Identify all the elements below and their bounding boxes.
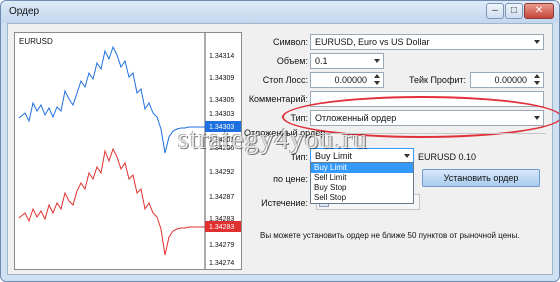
takeprofit-label: Тейк Профит: bbox=[409, 75, 466, 85]
stoploss-spinner[interactable] bbox=[372, 74, 382, 86]
minimize-icon[interactable]: – bbox=[486, 3, 504, 19]
price-label: 1.34314 bbox=[209, 53, 234, 60]
volume-info: EURUSD 0.10 bbox=[418, 152, 477, 162]
takeprofit-spinner[interactable] bbox=[532, 74, 542, 86]
pending-type-dropdown: Buy Limit Sell Limit Buy Stop Sell Stop bbox=[310, 162, 414, 204]
symbol-combo[interactable]: EURUSD, Euro vs US Dollar bbox=[310, 34, 544, 50]
stoploss-label: Стоп Лосс: bbox=[262, 75, 308, 85]
chevron-down-icon bbox=[534, 40, 540, 44]
dropdown-option-buy-limit[interactable]: Buy Limit bbox=[311, 163, 413, 173]
expiry-label: Истечение: bbox=[261, 198, 308, 208]
price-label: 1.34305 bbox=[209, 97, 234, 104]
chevron-down-icon bbox=[404, 154, 410, 158]
ask-marker: 1.34283 bbox=[209, 224, 234, 231]
symbol-value: EURUSD, Euro vs US Dollar bbox=[315, 37, 430, 47]
hint-text: Вы можете установить ордер не ближе 50 п… bbox=[260, 231, 520, 240]
volume-label: Объем: bbox=[276, 56, 308, 66]
stoploss-value: 0.00000 bbox=[334, 75, 367, 85]
price-label: 1.34303 bbox=[209, 111, 234, 118]
price-label: 1.34274 bbox=[209, 260, 234, 267]
price-label: 1.34279 bbox=[209, 242, 234, 249]
maximize-icon[interactable]: □ bbox=[505, 3, 523, 19]
price-label: 1.34292 bbox=[209, 169, 234, 176]
order-window: Ордер – □ ✕ EURUSD 1.34314 1.34309 1.343… bbox=[0, 0, 560, 282]
comment-label: Комментарий: bbox=[248, 94, 308, 104]
dropdown-option-sell-stop[interactable]: Sell Stop bbox=[311, 193, 413, 203]
window-title: Ордер bbox=[9, 6, 40, 17]
dialog-body: EURUSD 1.34314 1.34309 1.34305 1.34296 1… bbox=[7, 23, 559, 275]
price-label-text: по цене: bbox=[273, 174, 308, 184]
dropdown-option-buy-stop[interactable]: Buy Stop bbox=[311, 183, 413, 193]
volume-value: 0.1 bbox=[315, 56, 328, 66]
price-labels: 1.34314 1.34309 1.34305 1.34296 1.34292 … bbox=[209, 53, 234, 267]
symbol-label: Символ: bbox=[273, 37, 308, 47]
price-label: 1.34287 bbox=[209, 194, 234, 201]
chevron-down-icon bbox=[374, 59, 380, 63]
price-label: 1.34309 bbox=[209, 75, 234, 82]
dropdown-option-sell-limit[interactable]: Sell Limit bbox=[311, 173, 413, 183]
place-order-button[interactable]: Установить ордер bbox=[422, 169, 540, 187]
price-label: 1.34283 bbox=[209, 216, 234, 223]
volume-stepper[interactable]: 0.1 bbox=[310, 53, 384, 69]
takeprofit-field[interactable]: 0.00000 bbox=[470, 72, 544, 88]
ask-line bbox=[18, 147, 205, 256]
watermark: strategy4you.ru bbox=[178, 124, 368, 155]
close-icon[interactable]: ✕ bbox=[524, 3, 554, 19]
titlebar: Ордер – □ ✕ bbox=[1, 1, 559, 23]
stoploss-field[interactable]: 0.00000 bbox=[310, 72, 384, 88]
takeprofit-value: 0.00000 bbox=[494, 75, 527, 85]
